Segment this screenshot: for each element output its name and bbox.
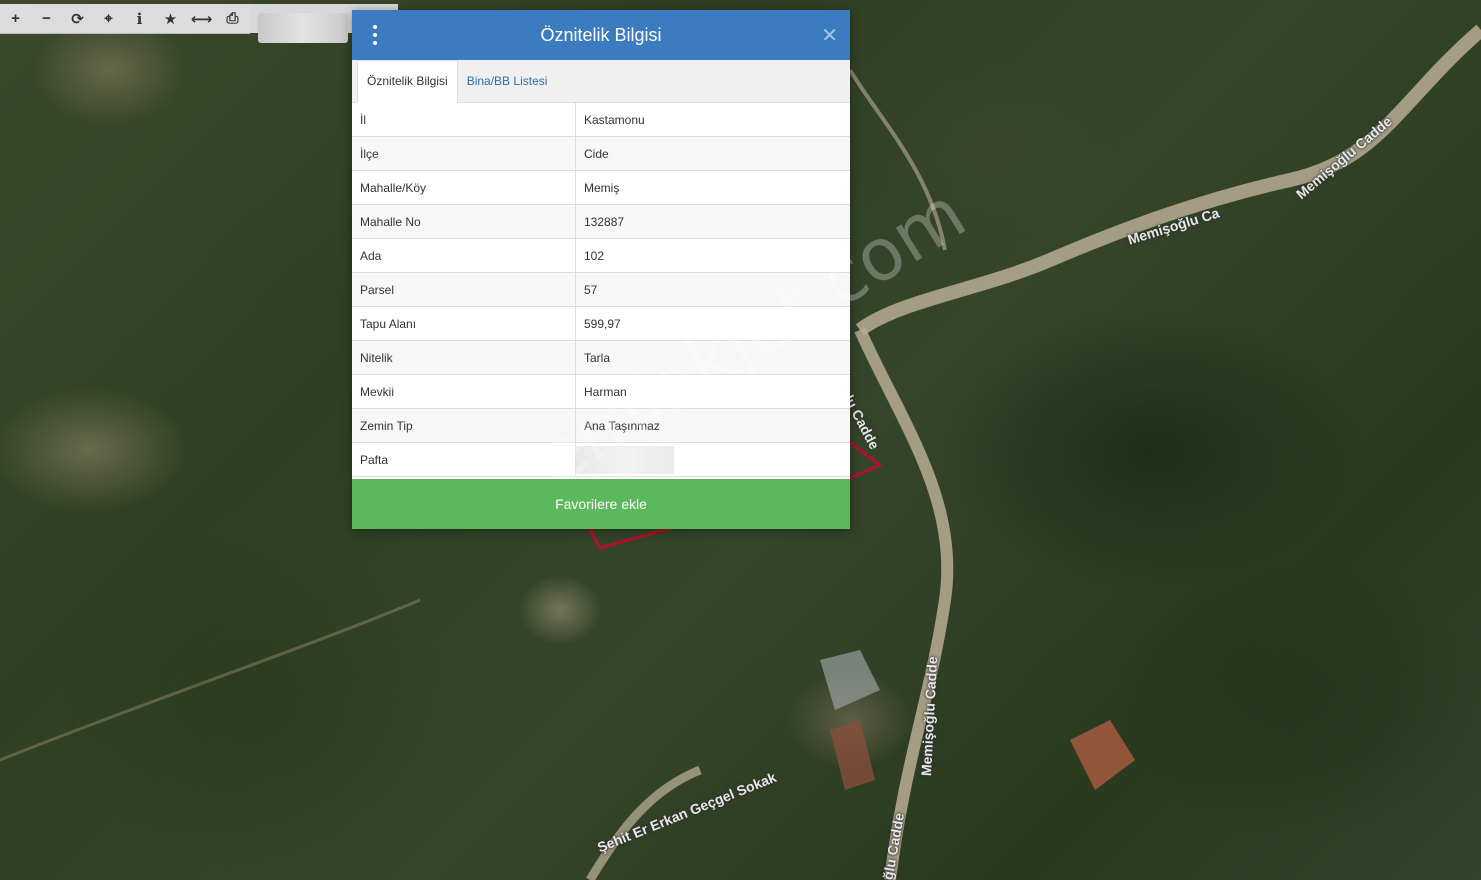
table-row: Nitelik Tarla <box>352 340 850 375</box>
table-row: Pafta <box>352 442 850 477</box>
attr-key: Mevkii <box>352 374 576 409</box>
attr-key: Nitelik <box>352 340 576 375</box>
table-row: Mahalle/Köy Memiş <box>352 170 850 205</box>
attr-key: Zemin Tip <box>352 408 576 443</box>
print-icon[interactable]: ⎙ <box>217 4 248 33</box>
add-to-favorites-button[interactable]: Favorilere ekle <box>352 479 850 529</box>
attr-key: Tapu Alanı <box>352 306 576 341</box>
attr-key: Mahalle No <box>352 204 576 239</box>
table-row: İlçe Cide <box>352 136 850 171</box>
attr-value: 57 <box>575 272 850 307</box>
attr-value: 102 <box>575 238 850 273</box>
attribute-table: İl Kastamonu İlçe Cide Mahalle/Köy Memiş Ma… <box>352 103 850 477</box>
star-icon[interactable]: ★ <box>155 4 186 33</box>
table-row: İl Kastamonu <box>352 103 850 137</box>
popup-tabs: Öznitelik Bilgisi Bina/BB Listesi <box>352 60 850 103</box>
blurred-field <box>258 13 348 43</box>
map-toolbar: + − ⟳ ⌖ i ★ ⟷ ⎙ <box>0 4 250 34</box>
tab-building-list[interactable]: Bina/BB Listesi <box>458 61 557 102</box>
attr-value: Memiş <box>575 170 850 205</box>
tab-attribute-info[interactable]: Öznitelik Bilgisi <box>357 60 458 103</box>
table-row: Zemin Tip Ana Taşınmaz <box>352 408 850 443</box>
table-row: Mevkii Harman <box>352 374 850 409</box>
attr-key: Parsel <box>352 272 576 307</box>
info-icon[interactable]: i <box>124 4 155 33</box>
refresh-icon[interactable]: ⟳ <box>62 4 93 33</box>
zoom-out-icon[interactable]: − <box>31 4 62 33</box>
measure-icon[interactable]: ⟷ <box>186 4 217 33</box>
attr-key: Pafta <box>352 442 576 477</box>
attr-key: Ada <box>352 238 576 273</box>
attr-value: Ana Taşınmaz <box>575 408 850 443</box>
locate-icon[interactable]: ⌖ <box>93 4 124 33</box>
table-row: Ada 102 <box>352 238 850 273</box>
attr-value: 132887 <box>575 204 850 239</box>
attr-value: 599,97 <box>575 306 850 341</box>
attr-key: İlçe <box>352 136 576 171</box>
attr-value: Tarla <box>575 340 850 375</box>
table-row: Mahalle No 132887 <box>352 204 850 239</box>
attr-value-blurred <box>575 442 850 477</box>
attr-value: Kastamonu <box>575 103 850 137</box>
attribute-popup: Öznitelik Bilgisi ✕ Öznitelik Bilgisi Bi… <box>352 10 850 529</box>
table-row: Tapu Alanı 599,97 <box>352 306 850 341</box>
attr-key: İl <box>352 103 576 137</box>
zoom-in-icon[interactable]: + <box>0 4 31 33</box>
attr-key: Mahalle/Köy <box>352 170 576 205</box>
close-icon[interactable]: ✕ <box>821 23 838 48</box>
attr-value: Harman <box>575 374 850 409</box>
more-menu-icon[interactable] <box>370 25 380 45</box>
popup-title: Öznitelik Bilgisi <box>540 24 662 45</box>
table-row: Parsel 57 <box>352 272 850 307</box>
popup-header: Öznitelik Bilgisi ✕ <box>352 10 850 60</box>
attr-value: Cide <box>575 136 850 171</box>
